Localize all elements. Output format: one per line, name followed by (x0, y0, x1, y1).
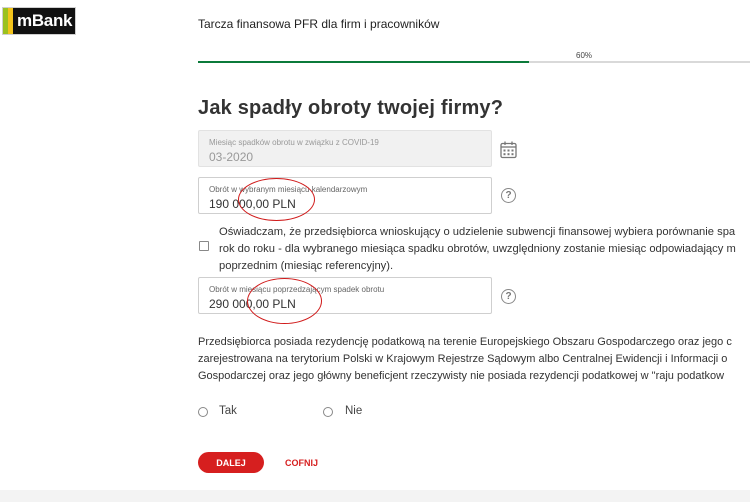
next-button[interactable]: DALEJ (198, 452, 264, 473)
residency-line: zarejestrowana na terytorium Polski w Kr… (198, 353, 728, 365)
radio-tak[interactable] (198, 407, 208, 417)
back-link[interactable]: COFNIJ (285, 458, 318, 468)
header-title: Tarcza finansowa PFR dla firm i pracowni… (198, 17, 440, 31)
turnover-previous-field[interactable]: Obrót w miesiącu poprzedzającym spadek o… (198, 277, 492, 314)
annotation-circle (238, 178, 315, 221)
help-icon[interactable]: ? (501, 289, 516, 304)
progress-label: 60% (576, 51, 593, 60)
footer-strip (0, 490, 750, 502)
help-icon[interactable]: ? (501, 188, 516, 203)
radio-tak-label[interactable]: Tak (219, 405, 237, 417)
consent-text: Oświadczam, że przedsiębiorca wnioskując… (219, 224, 750, 275)
consent-line: rok do roku - dla wybranego miesiąca spa… (219, 243, 736, 255)
logo-text: mBank (13, 8, 75, 34)
progress-bar (198, 61, 750, 63)
consent-checkbox[interactable] (199, 241, 209, 251)
radio-nie-label[interactable]: Nie (345, 405, 362, 417)
radio-nie[interactable] (323, 407, 333, 417)
page-title: Jak spadły obroty twojej firmy? (198, 97, 504, 119)
progress-fill (198, 61, 530, 63)
residency-line: Gospodarczej oraz jego główny beneficjen… (198, 370, 725, 382)
residency-text: Przedsiębiorca posiada rezydencję podatk… (198, 334, 750, 385)
month-field[interactable]: Miesiąc spadków obrotu w związku z COVID… (198, 130, 492, 167)
month-field-value: 03-2020 (209, 150, 254, 164)
consent-line: Oświadczam, że przedsiębiorca wnioskując… (219, 226, 736, 238)
mbank-logo[interactable]: mBank (2, 7, 76, 35)
calendar-icon[interactable] (500, 141, 517, 164)
month-field-label: Miesiąc spadków obrotu w związku z COVID… (209, 138, 379, 147)
annotation-circle (247, 278, 322, 324)
consent-line: poprzednim (miesiąc referencyjny). (219, 260, 394, 272)
residency-line: Przedsiębiorca posiada rezydencję podatk… (198, 336, 732, 348)
